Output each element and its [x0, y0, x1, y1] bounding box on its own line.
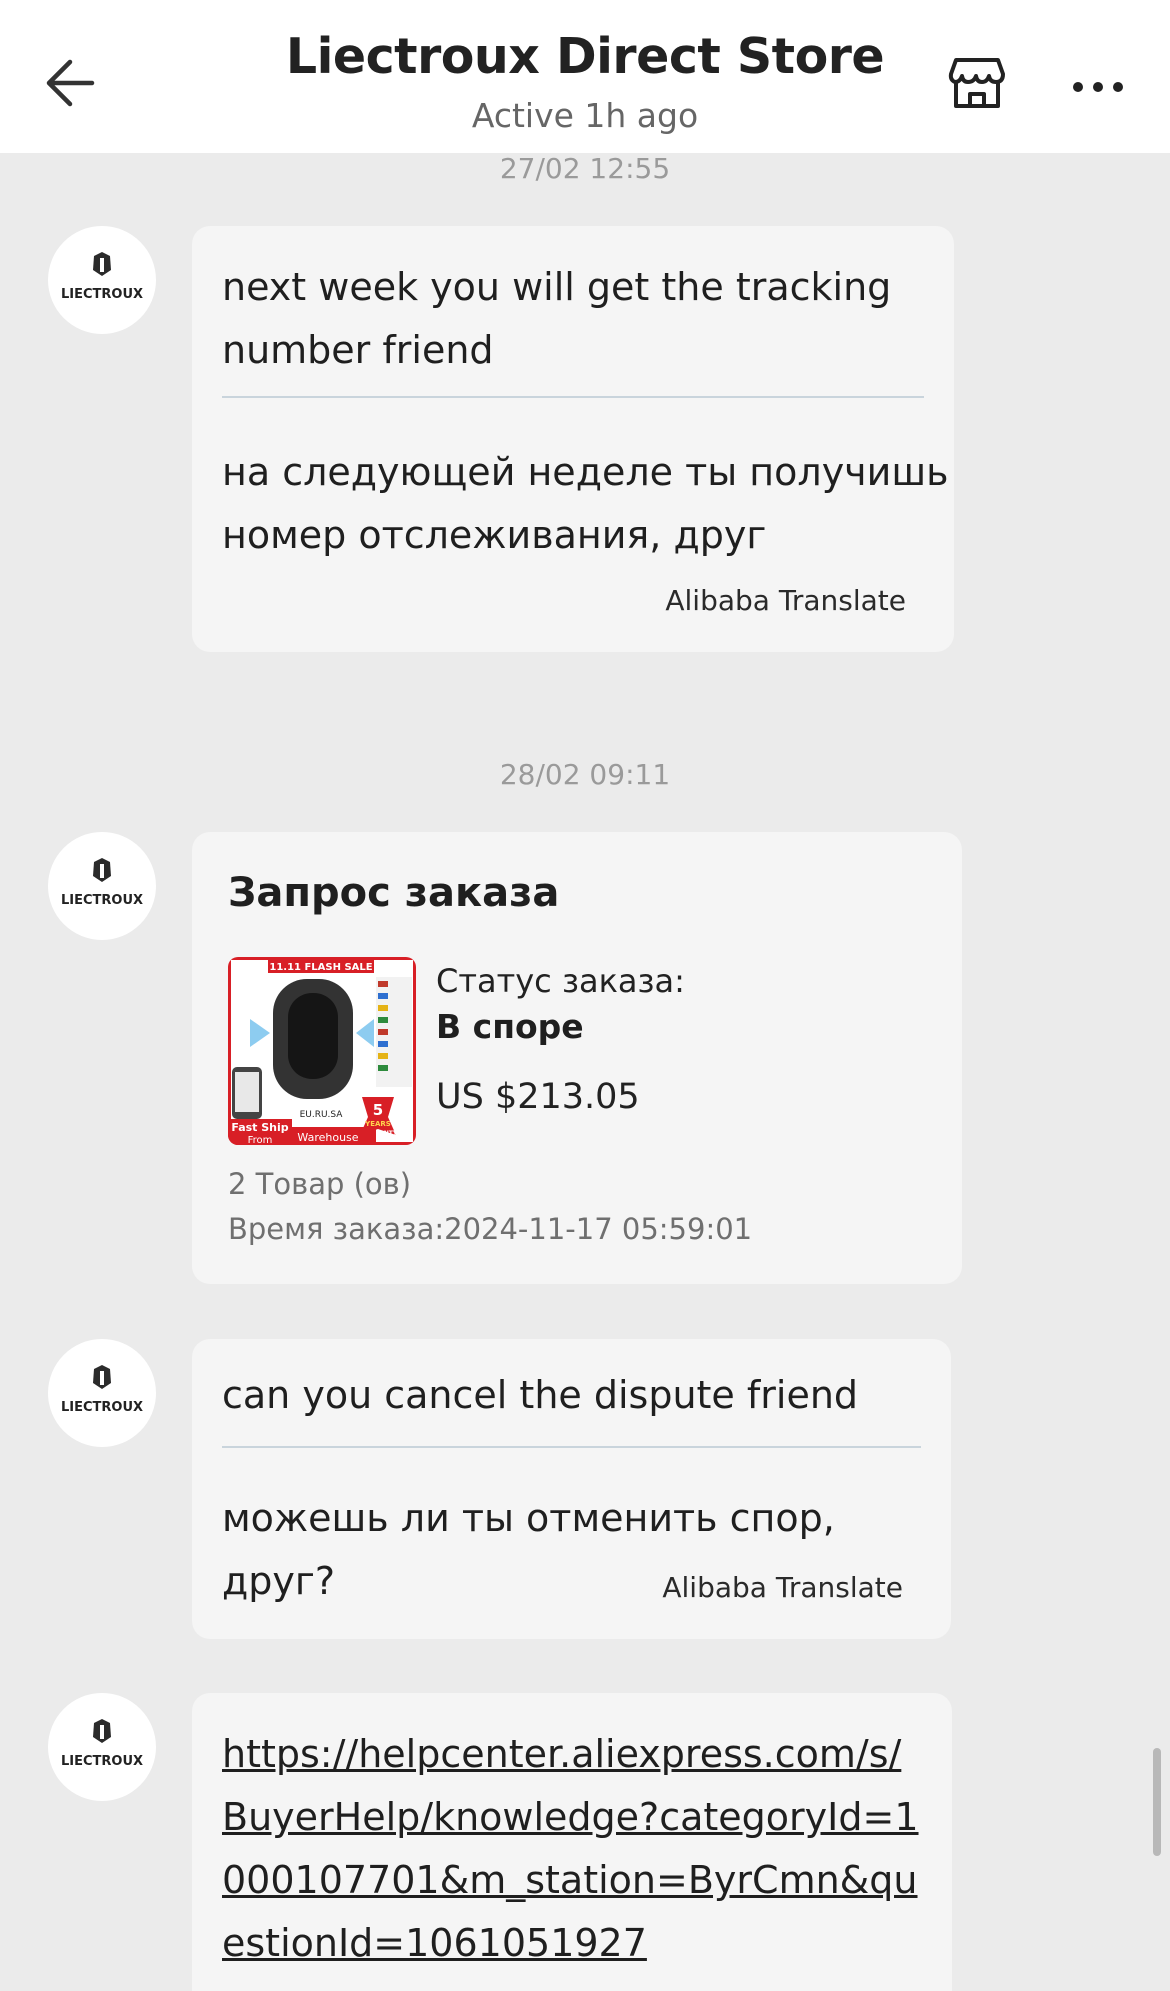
svg-text:Fast Ship: Fast Ship [231, 1121, 288, 1134]
scrollbar[interactable] [1153, 1748, 1161, 1856]
svg-text:11.11 FLASH SALE: 11.11 FLASH SALE [269, 962, 372, 973]
message-bubble[interactable]: next week you will get the tracking numb… [192, 226, 954, 652]
liectroux-logo-icon: LIECTROUX [61, 1365, 143, 1415]
more-horizontal-icon [1073, 82, 1123, 92]
order-card-title: Запрос заказа [228, 870, 560, 916]
message-timestamp: 28/02 09:11 [499, 758, 671, 791]
window-cleaning-robot-image: 11.11 FLASH SALE 5 YEARS WARRANTY EU.RU.… [228, 957, 416, 1145]
liectroux-logo-icon: LIECTROUX [61, 858, 143, 908]
more-options-button[interactable] [1070, 72, 1126, 102]
product-thumbnail[interactable]: 11.11 FLASH SALE 5 YEARS WARRANTY EU.RU.… [228, 957, 416, 1145]
message-timestamp: 27/02 12:55 [499, 152, 671, 185]
liectroux-logo-icon: LIECTROUX [61, 252, 143, 302]
order-status-value: В споре [436, 1007, 584, 1046]
translate-attribution: Alibaba Translate [662, 1571, 903, 1604]
svg-text:EU.RU.SA: EU.RU.SA [300, 1110, 344, 1120]
store-avatar[interactable]: LIECTROUX [48, 226, 156, 334]
store-button[interactable] [946, 52, 1008, 114]
original-text-line: number friend [222, 328, 494, 372]
svg-text:From: From [248, 1135, 273, 1145]
order-time: Время заказа:2024-11-17 05:59:01 [228, 1212, 753, 1246]
translate-attribution: Alibaba Translate [665, 584, 906, 617]
svg-text:LIECTROUX: LIECTROUX [61, 893, 143, 908]
liectroux-logo-icon: LIECTROUX [61, 1719, 143, 1769]
svg-text:5: 5 [373, 1101, 383, 1119]
original-text-line: can you cancel the dispute friend [222, 1373, 859, 1417]
translation-divider [222, 1446, 921, 1448]
store-icon [948, 58, 1005, 108]
store-avatar[interactable]: LIECTROUX [48, 1693, 156, 1801]
message-bubble[interactable]: https://helpcenter.aliexpress.com/s/Buye… [192, 1693, 952, 1991]
help-center-link[interactable]: https://helpcenter.aliexpress.com/s/Buye… [222, 1723, 922, 1975]
svg-text:LIECTROUX: LIECTROUX [61, 1754, 143, 1769]
svg-text:LIECTROUX: LIECTROUX [61, 287, 143, 302]
chat-header: Liectroux Direct Store Active 1h ago [0, 0, 1170, 153]
store-avatar[interactable]: LIECTROUX [48, 1339, 156, 1447]
svg-text:LIECTROUX: LIECTROUX [61, 1400, 143, 1415]
svg-text:YEARS: YEARS [364, 1120, 391, 1128]
message-bubble[interactable]: can you cancel the dispute friend можешь… [192, 1339, 951, 1639]
translated-text-line: номер отслеживания, друг [222, 513, 767, 557]
svg-text:Warehouse: Warehouse [297, 1131, 358, 1144]
order-status-label: Статус заказа: [436, 962, 685, 1000]
translation-divider [222, 396, 924, 398]
translated-text-line: на следующей неделе ты получишь [222, 450, 949, 494]
order-request-card[interactable]: Запрос заказа 11.11 FLASH SALE 5 YEARS W… [192, 832, 962, 1284]
order-price: US $213.05 [436, 1077, 640, 1117]
original-text-line: next week you will get the tracking [222, 265, 892, 309]
order-item-count: 2 Товар (ов) [228, 1167, 412, 1201]
store-avatar[interactable]: LIECTROUX [48, 832, 156, 940]
